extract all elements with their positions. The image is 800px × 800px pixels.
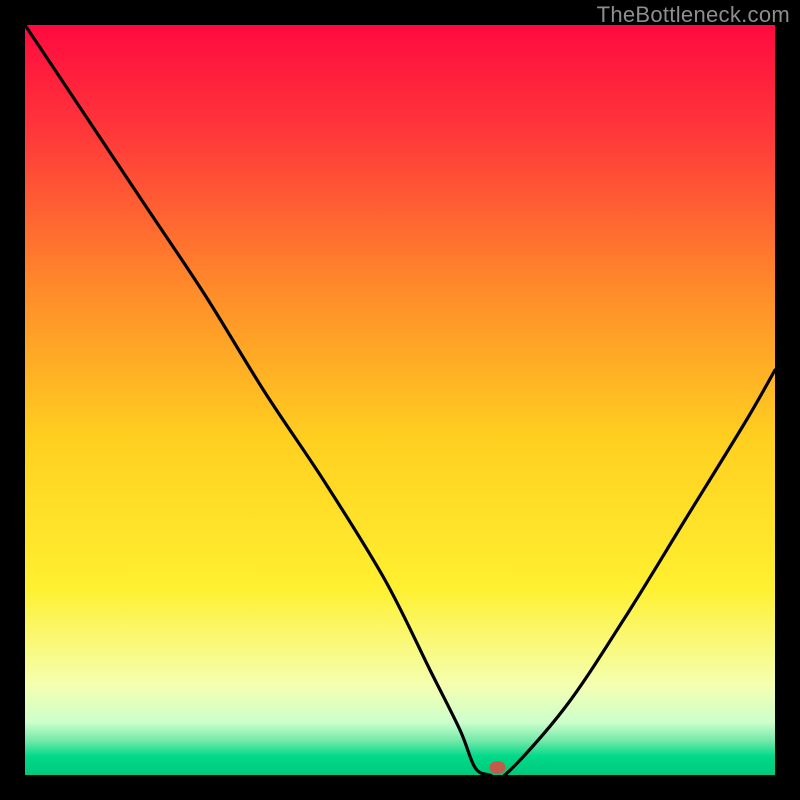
plot-background — [25, 25, 775, 775]
chart-container: TheBottleneck.com — [0, 0, 800, 800]
plot-area — [25, 25, 775, 775]
plot-svg — [25, 25, 775, 775]
watermark-text: TheBottleneck.com — [597, 2, 790, 28]
marker-dot — [490, 761, 506, 774]
